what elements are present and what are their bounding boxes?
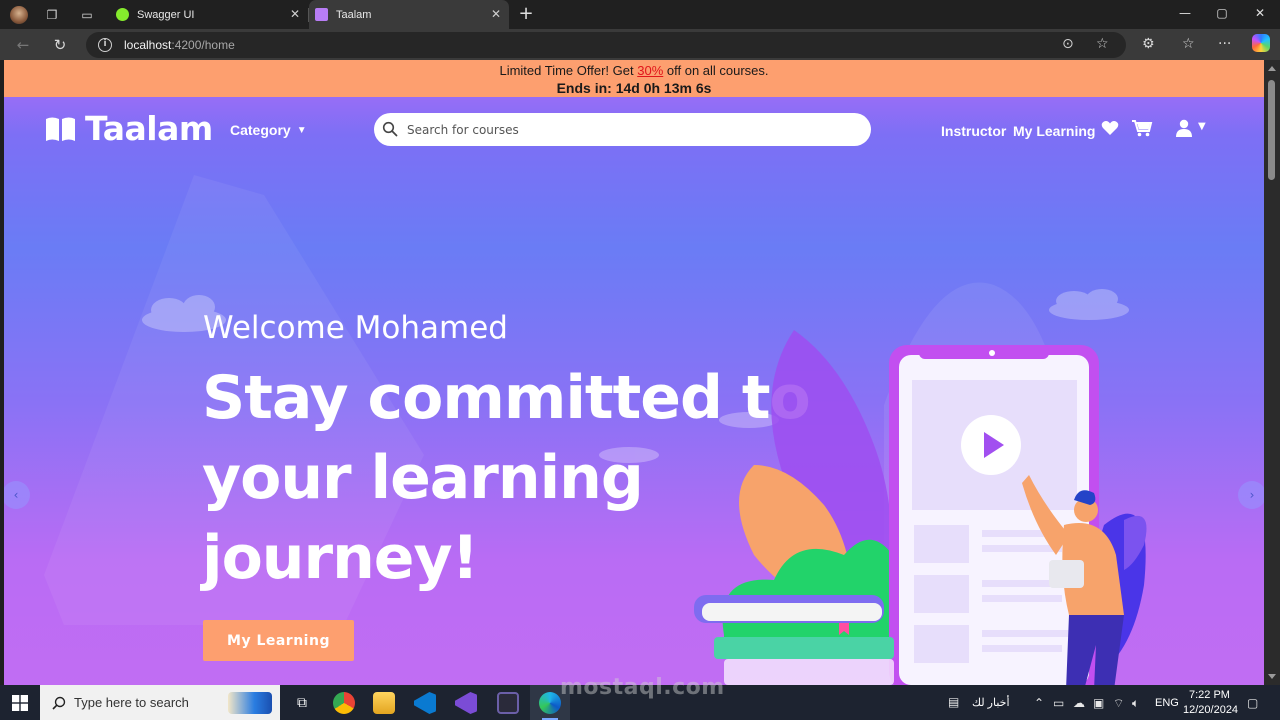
news-widget-label[interactable]: أخبار لك	[972, 696, 1010, 709]
browser-toolbar: ← ↻ i localhost:4200/home ⊙ ☆ ⚙ ☆ ···	[0, 29, 1280, 60]
taskbar-search-placeholder: Type here to search	[74, 695, 189, 710]
close-tab-icon[interactable]: ✕	[491, 8, 501, 20]
close-window-button[interactable]: ✕	[1252, 6, 1268, 20]
category-label: Category	[230, 122, 291, 138]
refresh-icon[interactable]: ↻	[50, 35, 70, 55]
nav-my-learning-link[interactable]: My Learning	[1013, 123, 1095, 139]
site-info-icon[interactable]: i	[98, 38, 112, 52]
course-search-bar[interactable]	[374, 113, 871, 146]
nav-instructor-link[interactable]: Instructor	[941, 123, 1006, 139]
hero-illustration	[694, 330, 1147, 685]
wifi-icon[interactable]: ⌔	[1113, 696, 1124, 711]
input-language[interactable]: ENG	[1155, 697, 1179, 709]
favorites-icon[interactable]: ☆	[1182, 36, 1195, 52]
search-icon[interactable]	[382, 121, 398, 137]
book-shape	[714, 637, 894, 659]
phone-notch	[919, 345, 1049, 359]
book-pages	[702, 603, 882, 621]
welcome-message: Welcome Mohamed	[203, 310, 508, 346]
carousel-next-chevron-right-icon[interactable]: ›	[1238, 481, 1264, 509]
clock-time[interactable]: 7:22 PM	[1189, 689, 1230, 701]
maximize-button[interactable]: ▢	[1214, 6, 1230, 20]
clock-date[interactable]: 12/20/2024	[1183, 704, 1238, 716]
site-header: Taalam Category ▼ Instructor My Learning	[4, 97, 1264, 159]
chevron-down-icon: ▼	[296, 124, 307, 136]
profile-avatar[interactable]	[9, 5, 29, 25]
close-tab-icon[interactable]: ✕	[290, 8, 300, 20]
windows-start-icon[interactable]	[12, 695, 28, 711]
scroll-down-arrow-icon[interactable]	[1268, 674, 1276, 679]
file-explorer-icon[interactable]	[373, 692, 395, 714]
search-input[interactable]	[407, 120, 847, 140]
search-icon	[52, 696, 66, 710]
search-highlight-icon[interactable]	[228, 692, 272, 714]
tab-swagger-ui[interactable]: Swagger UI ✕	[110, 0, 308, 29]
new-tab-button[interactable]: +	[516, 4, 536, 24]
minimize-button[interactable]: —	[1177, 6, 1193, 20]
scroll-thumb[interactable]	[1268, 80, 1275, 180]
tab-actions-icon[interactable]: ▭	[77, 5, 97, 25]
chrome-icon[interactable]	[333, 692, 355, 714]
battery-icon[interactable]: ▭	[1053, 696, 1064, 710]
taalam-favicon-icon	[315, 8, 328, 21]
promo-banner: Limited Time Offer! Get 30% off on all c…	[4, 60, 1264, 97]
vscode-icon[interactable]	[414, 692, 436, 714]
content-thumb	[914, 625, 969, 663]
scroll-up-arrow-icon[interactable]	[1268, 66, 1276, 71]
workspaces-icon[interactable]: ❐	[42, 5, 62, 25]
copilot-icon[interactable]	[1252, 34, 1270, 52]
extensions-icon[interactable]: ⚙	[1142, 36, 1155, 52]
favorite-star-icon[interactable]: ☆	[1096, 36, 1109, 52]
user-menu-chevron-down-icon[interactable]: ▼	[1198, 121, 1206, 132]
content-thumb	[914, 575, 969, 613]
terminal-icon[interactable]	[497, 692, 519, 714]
show-hidden-icons-chevron-up-icon[interactable]: ⌃	[1034, 696, 1044, 710]
visual-studio-icon[interactable]	[455, 692, 477, 714]
book-shape	[724, 659, 894, 685]
content-thumb	[914, 525, 969, 563]
tab-title: Taalam	[336, 8, 372, 21]
page-viewport: Limited Time Offer! Get 30% off on all c…	[4, 60, 1264, 685]
promo-offer-text: Limited Time Offer! Get 30% off on all c…	[499, 63, 769, 78]
user-profile-icon[interactable]	[1176, 119, 1192, 137]
windows-taskbar: Type here to search ⧉ mostaql.com ▤ أخبا…	[0, 675, 1280, 720]
browser-tab-strip: ❐ ▭ Swagger UI ✕ Taalam ✕ + — ▢ ✕	[0, 0, 1280, 29]
page-scrollbar[interactable]	[1264, 60, 1280, 685]
open-book-icon	[46, 117, 75, 141]
tab-taalam[interactable]: Taalam ✕	[309, 0, 509, 29]
news-widget-icon[interactable]: ▤	[948, 695, 959, 709]
tab-title: Swagger UI	[137, 8, 195, 21]
person-laptop	[1049, 560, 1084, 588]
logo-text: Taalam	[85, 109, 213, 148]
address-bar[interactable]: i localhost:4200/home ⊙ ☆	[86, 32, 1126, 58]
edge-icon[interactable]	[539, 692, 561, 714]
notifications-icon[interactable]: ▢	[1247, 696, 1258, 710]
site-logo[interactable]: Taalam	[44, 109, 213, 148]
reader-mode-icon[interactable]: ⊙	[1062, 36, 1074, 52]
more-menu-icon[interactable]: ···	[1218, 36, 1231, 52]
device-icon[interactable]: ▣	[1093, 696, 1104, 710]
swagger-favicon-icon	[116, 8, 129, 21]
category-dropdown[interactable]: Category ▼	[230, 122, 307, 138]
discount-link[interactable]: 30%	[637, 63, 663, 78]
wishlist-heart-icon[interactable]	[1101, 120, 1119, 136]
promo-countdown: Ends in: 14d 0h 13m 6s	[556, 80, 712, 96]
onedrive-cloud-icon[interactable]: ☁	[1073, 696, 1085, 710]
back-arrow-icon[interactable]: ←	[13, 35, 33, 55]
task-view-icon[interactable]: ⧉	[291, 692, 313, 714]
url-text[interactable]: localhost:4200/home	[124, 38, 235, 52]
my-learning-cta-button[interactable]: My Learning	[203, 620, 354, 661]
volume-icon[interactable]: 🔈︎	[1132, 696, 1139, 711]
phone-camera	[989, 350, 995, 356]
cart-icon[interactable]	[1131, 119, 1153, 137]
watermark-latin: mostaql.com	[560, 675, 725, 700]
